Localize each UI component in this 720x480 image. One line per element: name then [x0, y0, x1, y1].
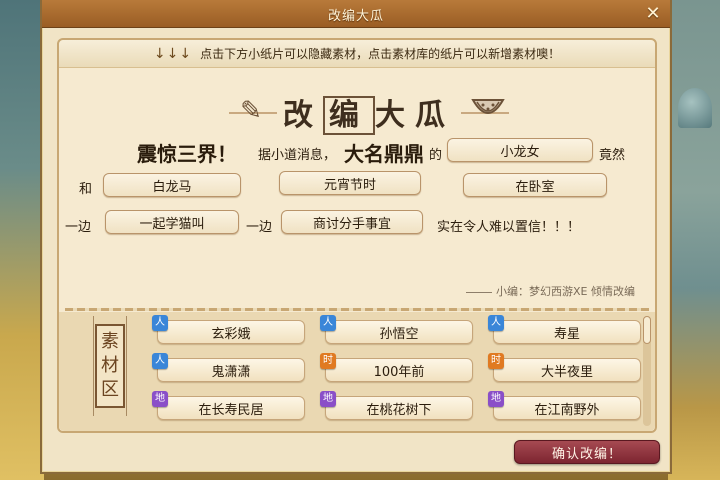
banner-char: 瓜 — [415, 98, 455, 133]
story-jingran: 竟然 — [599, 148, 626, 163]
material-card-text: 在江南野外 — [534, 402, 600, 418]
material-card[interactable]: 时 大半夜里 — [488, 353, 641, 382]
content-panel: ↓↓↓ 点击下方小纸片可以隐藏素材，点击素材库的纸片可以新增素材噢！ ✎ 改编大… — [57, 38, 657, 433]
section-divider — [65, 308, 649, 311]
material-label-char: 素 — [101, 331, 119, 352]
person-tag-icon: 人 — [488, 315, 504, 331]
banner-title: 改编大瓜 — [277, 90, 461, 135]
slot-partner[interactable]: 白龙马 — [103, 173, 241, 197]
person-tag-icon: 人 — [152, 353, 168, 369]
slot-text: 白龙马 — [152, 179, 192, 195]
slot-text: 一起学猫叫 — [139, 216, 205, 232]
story-opening: 震惊三界！ — [137, 142, 237, 166]
material-label: 素 材 区 — [95, 324, 125, 408]
material-scrollbar[interactable] — [643, 316, 651, 426]
material-card-text: 鬼潇潇 — [211, 364, 251, 380]
person-tag-icon: 人 — [152, 315, 168, 331]
person-tag-icon: 人 — [320, 315, 336, 331]
material-card-text: 寿星 — [553, 326, 580, 342]
time-tag-icon: 时 — [488, 353, 504, 369]
story-de: 的 — [429, 148, 443, 163]
story-famous: 大名鼎鼎 — [344, 142, 424, 166]
material-card[interactable]: 时 100年前 — [320, 353, 473, 382]
credit-dash — [466, 291, 493, 293]
material-label-char: 材 — [101, 355, 119, 376]
close-button[interactable]: ✕ — [642, 3, 664, 25]
slot-action-2[interactable]: 商讨分手事宜 — [281, 210, 423, 234]
window-title: 改编大瓜 — [327, 9, 384, 24]
confirm-button[interactable]: 确认改编！ — [514, 440, 660, 464]
credit-text: 小编：梦幻西游XE 倾情改编 — [496, 285, 635, 298]
watermelon-icon — [471, 99, 505, 114]
close-icon: ✕ — [645, 3, 661, 24]
slot-time[interactable]: 元宵节时 — [279, 171, 421, 195]
story-yibian-1: 一边 — [65, 220, 92, 235]
confirm-button-label: 确认改编！ — [551, 446, 622, 462]
credit-line: 小编：梦幻西游XE 倾情改编 — [466, 283, 635, 299]
slot-place[interactable]: 在卧室 — [463, 173, 607, 197]
banner: ✎ 改编大瓜 — [229, 88, 509, 136]
banner-char: 改 — [283, 98, 323, 133]
place-tag-icon: 地 — [488, 391, 504, 407]
material-card[interactable]: 人 鬼潇潇 — [152, 353, 305, 382]
material-card[interactable]: 地 在江南野外 — [488, 391, 641, 420]
time-tag-icon: 时 — [320, 353, 336, 369]
material-card-text: 玄彩娥 — [211, 326, 251, 342]
down-arrows-icon: ↓↓↓ — [153, 45, 193, 62]
story-intro: 据小道消息， — [258, 148, 337, 163]
slot-text: 元宵节时 — [323, 177, 376, 193]
material-card[interactable]: 人 孙悟空 — [320, 315, 473, 344]
title-bar: 改编大瓜 ✕ — [42, 0, 670, 28]
material-card[interactable]: 人 玄彩娥 — [152, 315, 305, 344]
slot-action-1[interactable]: 一起学猫叫 — [105, 210, 239, 234]
material-card-text: 大半夜里 — [540, 364, 593, 380]
material-card-text: 在桃花树下 — [366, 402, 432, 418]
material-card[interactable]: 人 寿星 — [488, 315, 641, 344]
material-card-text: 孙悟空 — [379, 326, 419, 342]
scrollbar-thumb[interactable] — [643, 316, 651, 344]
material-area: 素 材 区 人 玄彩娥 人 孙悟空 人 寿星 人 鬼潇潇 时 100年前 时 大… — [59, 312, 655, 431]
material-label-char: 区 — [101, 379, 119, 400]
story-he: 和 — [79, 182, 93, 197]
story-ending: 实在令人难以置信！！！ — [437, 220, 581, 235]
stone-ornament — [678, 88, 712, 128]
place-tag-icon: 地 — [320, 391, 336, 407]
background-scenery-left — [0, 0, 44, 480]
hint-text: 点击下方小纸片可以隐藏素材，点击素材库的纸片可以新增素材噢！ — [200, 47, 561, 61]
slot-character[interactable]: 小龙女 — [447, 138, 593, 162]
rewrite-dialog: 改编大瓜 ✕ ↓↓↓ 点击下方小纸片可以隐藏素材，点击素材库的纸片可以新增素材噢… — [40, 0, 672, 474]
hint-bar: ↓↓↓ 点击下方小纸片可以隐藏素材，点击素材库的纸片可以新增素材噢！ — [59, 40, 655, 68]
place-tag-icon: 地 — [152, 391, 168, 407]
material-card[interactable]: 地 在长寿民居 — [152, 391, 305, 420]
material-card-text: 在长寿民居 — [198, 402, 264, 418]
material-card-text: 100年前 — [373, 364, 425, 380]
brush-icon: ✎ — [240, 96, 262, 126]
slot-text: 商讨分手事宜 — [312, 216, 391, 232]
background-scenery-right — [668, 0, 720, 480]
slot-text: 小龙女 — [500, 144, 540, 160]
banner-char-boxed: 编 — [323, 96, 375, 135]
banner-char: 大 — [375, 98, 415, 133]
material-card[interactable]: 地 在桃花树下 — [320, 391, 473, 420]
slot-text: 在卧室 — [515, 179, 555, 195]
story-yibian-2: 一边 — [246, 220, 273, 235]
